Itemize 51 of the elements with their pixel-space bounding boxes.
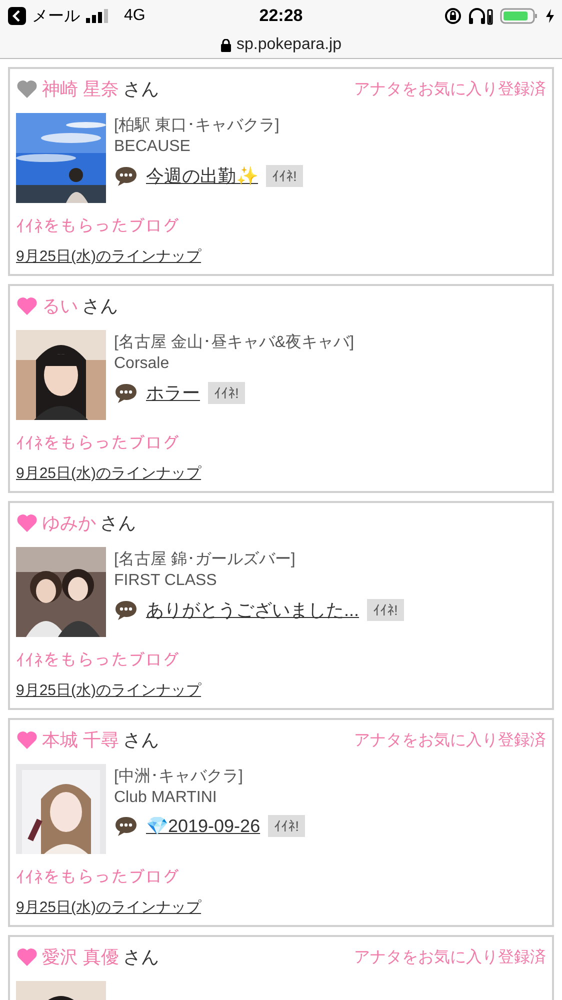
clock: 22:28 bbox=[259, 6, 303, 26]
shop-name: BECAUSE bbox=[114, 138, 192, 156]
lineup-link[interactable]: 9月25日(水)のラインナップ bbox=[16, 247, 202, 266]
like-button[interactable]: ｲｲﾈ! bbox=[208, 382, 245, 404]
rotation-lock-icon bbox=[444, 7, 462, 25]
lock-icon bbox=[220, 38, 231, 52]
shop-area: [中洲･キャバクラ] bbox=[114, 766, 305, 787]
speech-bubble-icon bbox=[114, 382, 138, 404]
liked-blog-label: ｲｲﾈをもらったブログ bbox=[16, 868, 180, 888]
network-label: 4G bbox=[124, 7, 146, 25]
like-button[interactable]: ｲｲﾈ! bbox=[268, 815, 305, 837]
liked-blog-label: ｲｲﾈをもらったブログ bbox=[16, 434, 180, 454]
signal-icon bbox=[86, 9, 110, 23]
shop-area: [名古屋 錦･ガールズバー] bbox=[114, 549, 404, 570]
heart-icon[interactable] bbox=[16, 730, 38, 750]
name-suffix: さん bbox=[82, 295, 118, 318]
lineup-link[interactable]: 9月25日(水)のラインナップ bbox=[16, 898, 202, 917]
heart-icon[interactable] bbox=[16, 513, 38, 533]
heart-icon[interactable] bbox=[16, 79, 38, 99]
heart-icon[interactable] bbox=[16, 296, 38, 316]
favorite-status: アナタをお気に入り登録済 bbox=[354, 948, 546, 968]
back-icon[interactable] bbox=[8, 7, 26, 25]
shop-name: Corsale bbox=[114, 355, 170, 373]
blog-title-link[interactable]: 💎2019-09-26 bbox=[146, 815, 260, 837]
heart-icon[interactable] bbox=[16, 947, 38, 967]
name-suffix: さん bbox=[123, 729, 160, 752]
blog-title-link[interactable]: ホラー bbox=[146, 381, 200, 405]
liked-blog-label: ｲｲﾈをもらったブログ bbox=[16, 217, 180, 237]
liked-blog-label: ｲｲﾈをもらったブログ bbox=[16, 651, 180, 671]
like-button[interactable]: ｲｲﾈ! bbox=[266, 165, 303, 187]
like-button[interactable]: ｲｲﾈ! bbox=[367, 599, 404, 621]
speech-bubble-icon bbox=[114, 815, 138, 837]
blog-title-link[interactable]: ありがとうございました... bbox=[146, 598, 360, 622]
blog-title-link[interactable]: 今週の出勤✨ bbox=[146, 164, 258, 188]
speech-bubble-icon bbox=[114, 165, 138, 187]
speech-bubble-icon bbox=[114, 599, 138, 621]
url-text[interactable]: sp.pokepara.jp bbox=[236, 36, 342, 54]
name-suffix: さん bbox=[123, 946, 160, 969]
charging-icon bbox=[546, 9, 554, 23]
name-suffix: さん bbox=[100, 512, 136, 535]
favorite-status: アナタをお気に入り登録済 bbox=[354, 730, 546, 750]
shop-name: FIRST CLASS bbox=[114, 572, 218, 590]
shop-area: [柏駅 東口･キャバクラ] bbox=[114, 115, 303, 136]
shop-area: [名古屋 金山･昼キャバ&夜キャバ] bbox=[114, 332, 354, 353]
lineup-link[interactable]: 9月25日(水)のラインナップ bbox=[16, 681, 202, 700]
favorite-status: アナタをお気に入り登録済 bbox=[354, 80, 546, 100]
headphones-icon bbox=[468, 7, 494, 25]
shop-name: Club MARTINI bbox=[114, 789, 218, 807]
lineup-link[interactable]: 9月25日(水)のラインナップ bbox=[16, 464, 202, 483]
back-label[interactable]: メール bbox=[32, 6, 80, 26]
name-suffix: さん bbox=[123, 78, 160, 101]
